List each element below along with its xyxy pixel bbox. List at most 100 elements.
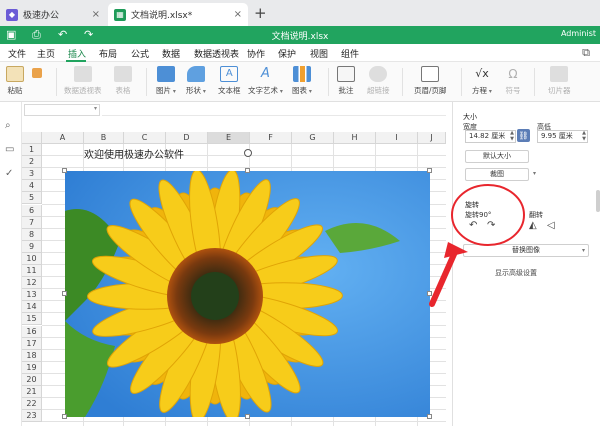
- name-box[interactable]: ▾: [24, 104, 100, 116]
- row-header[interactable]: 5: [22, 192, 42, 205]
- menu-home[interactable]: 主页: [37, 47, 55, 60]
- row-header[interactable]: 7: [22, 216, 42, 229]
- user-name[interactable]: Administ: [561, 29, 596, 38]
- menu-data[interactable]: 数据: [162, 47, 180, 60]
- column-header[interactable]: I: [376, 132, 418, 144]
- column-header[interactable]: J: [418, 132, 446, 144]
- row-header[interactable]: 23: [22, 410, 42, 423]
- formula-bar[interactable]: [102, 104, 446, 116]
- pivot-table-label: 数据透视表: [64, 86, 102, 95]
- textbox-button[interactable]: A 文本框: [218, 66, 241, 96]
- open-location-icon[interactable]: ⧉: [582, 46, 590, 60]
- rotate-handle[interactable]: [244, 149, 252, 157]
- rotate-left-icon[interactable]: ↶: [469, 220, 477, 231]
- table-button[interactable]: 表格: [114, 66, 132, 96]
- column-header[interactable]: H: [334, 132, 376, 144]
- sheet-grid[interactable]: A B C D E F G H I J 1 2 3 4 5 6 7 8 9 10 11 12 13 14 1…: [22, 132, 446, 426]
- cell-b1-text[interactable]: 欢迎使用极速办公软件: [84, 146, 184, 161]
- row-header[interactable]: 4: [22, 180, 42, 193]
- column-header[interactable]: A: [42, 132, 84, 144]
- row-header[interactable]: 1: [22, 144, 42, 157]
- height-field[interactable]: 9.95 厘米 ▲ ▼: [537, 130, 588, 143]
- pivot-table-button[interactable]: 数据透视表: [64, 66, 102, 96]
- close-tab-icon[interactable]: ×: [234, 9, 242, 20]
- resize-handle[interactable]: [427, 168, 432, 173]
- resize-handle[interactable]: [245, 168, 250, 173]
- column-header[interactable]: C: [124, 132, 166, 144]
- default-size-button[interactable]: 默认大小: [465, 150, 529, 163]
- resize-handle[interactable]: [62, 291, 67, 296]
- rotate-right-icon[interactable]: ↷: [487, 220, 495, 231]
- chart-button[interactable]: 图表 ▾: [292, 66, 312, 96]
- menu-pivot[interactable]: 数据透视表: [194, 47, 239, 60]
- row-header[interactable]: 13: [22, 289, 42, 302]
- column-header-selected[interactable]: E: [208, 132, 250, 144]
- resize-handle[interactable]: [62, 168, 67, 173]
- shape-button[interactable]: 形状 ▾: [186, 66, 206, 96]
- menu-layout[interactable]: 布局: [99, 47, 117, 60]
- close-tab-icon[interactable]: ×: [92, 9, 100, 20]
- paste-button[interactable]: 粘贴: [6, 66, 24, 96]
- new-tab-button[interactable]: +: [254, 4, 267, 22]
- search-icon[interactable]: ⌕: [5, 120, 11, 131]
- row-header[interactable]: 19: [22, 361, 42, 374]
- symbol-button[interactable]: Ω 符号: [504, 66, 522, 96]
- browser-tab-home[interactable]: ◆ 极速办公 ×: [0, 3, 106, 26]
- column-header[interactable]: D: [166, 132, 208, 144]
- resize-handle[interactable]: [245, 414, 250, 419]
- row-header[interactable]: 9: [22, 240, 42, 253]
- flip-vertical-icon[interactable]: ◁: [547, 220, 555, 231]
- equation-button[interactable]: √x 方程 ▾: [472, 66, 492, 96]
- format-painter-button[interactable]: [32, 68, 42, 81]
- row-header[interactable]: 20: [22, 373, 42, 386]
- browser-tab-document[interactable]: ▦ 文档说明.xlsx* ×: [108, 3, 248, 26]
- menu-insert[interactable]: 插入: [68, 47, 86, 60]
- header-footer-button[interactable]: 页眉/页脚: [414, 66, 447, 96]
- slicer-button[interactable]: 切片器: [548, 66, 571, 96]
- resize-handle[interactable]: [427, 414, 432, 419]
- picture-button[interactable]: 图片 ▾: [156, 66, 176, 96]
- row-header[interactable]: 22: [22, 398, 42, 411]
- spinner-arrows-icon[interactable]: ▲ ▼: [582, 130, 586, 142]
- column-header[interactable]: F: [250, 132, 292, 144]
- column-header[interactable]: G: [292, 132, 334, 144]
- row-header[interactable]: 18: [22, 349, 42, 362]
- row-header[interactable]: 6: [22, 204, 42, 217]
- width-field[interactable]: 14.82 厘米 ▲ ▼: [465, 130, 516, 143]
- hyperlink-button[interactable]: 超链接: [367, 66, 390, 96]
- menu-formula[interactable]: 公式: [131, 47, 149, 60]
- row-header[interactable]: 12: [22, 277, 42, 290]
- textart-button[interactable]: A 文字艺术 ▾: [248, 66, 283, 96]
- chevron-down-icon[interactable]: ▾: [533, 170, 536, 177]
- menu-protect[interactable]: 保护: [278, 47, 296, 60]
- row-header[interactable]: 8: [22, 228, 42, 241]
- row-header[interactable]: 21: [22, 386, 42, 399]
- row-header[interactable]: 14: [22, 301, 42, 314]
- comment-button[interactable]: 批注: [337, 66, 355, 96]
- show-advanced-settings-link[interactable]: 显示高级设置: [495, 268, 537, 278]
- flip-horizontal-icon[interactable]: ◭: [529, 220, 537, 231]
- panel-scrollbar[interactable]: [596, 190, 600, 212]
- row-header[interactable]: 15: [22, 313, 42, 326]
- row-header[interactable]: 10: [22, 252, 42, 265]
- spinner-arrows-icon[interactable]: ▲ ▼: [510, 130, 514, 142]
- menu-file[interactable]: 文件: [8, 47, 26, 60]
- select-all-corner[interactable]: [22, 132, 42, 144]
- column-header[interactable]: B: [84, 132, 124, 144]
- row-header[interactable]: 11: [22, 265, 42, 278]
- sunflower-image[interactable]: [65, 171, 430, 417]
- spellcheck-icon[interactable]: ✓: [5, 168, 13, 179]
- menu-component[interactable]: 组件: [341, 47, 359, 60]
- resize-handle[interactable]: [427, 291, 432, 296]
- resize-handle[interactable]: [62, 414, 67, 419]
- row-header[interactable]: 16: [22, 325, 42, 338]
- row-header[interactable]: 2: [22, 156, 42, 169]
- comment-icon[interactable]: ▭: [5, 144, 14, 155]
- menu-view[interactable]: 视图: [310, 47, 328, 60]
- row-header[interactable]: 3: [22, 168, 42, 181]
- row-header[interactable]: 17: [22, 337, 42, 350]
- crop-button[interactable]: 裁图: [465, 168, 529, 181]
- replace-image-button[interactable]: 替换图像 ▾: [463, 244, 589, 257]
- lock-aspect-ratio-icon[interactable]: ⛓: [517, 129, 530, 142]
- menu-collab[interactable]: 协作: [247, 47, 265, 60]
